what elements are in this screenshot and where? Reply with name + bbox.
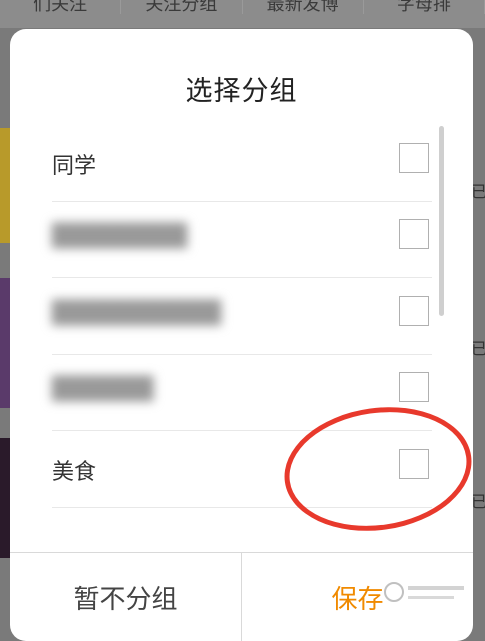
- background-thumbnail: [0, 128, 10, 243]
- background-tab: 字母排: [364, 0, 485, 14]
- select-group-dialog: 选择分组 同学 ████████ ██████████ ██████ 美食 暂不…: [10, 29, 473, 641]
- background-thumbnail: [0, 438, 10, 558]
- list-scrollbar[interactable]: [439, 126, 444, 316]
- dialog-title: 选择分组: [185, 76, 298, 107]
- background-right-mark: 已: [471, 339, 485, 357]
- background-sidebar: [0, 28, 10, 628]
- group-label-blurred: ██████████: [52, 301, 222, 326]
- background-tab-bar: 们关注 关注分组 最新发博 字母排: [0, 0, 485, 28]
- background-tab: 关注分组: [121, 0, 243, 14]
- group-label: 同学: [52, 154, 97, 179]
- group-row[interactable]: 同学: [52, 124, 432, 202]
- watermark-logo: [380, 574, 470, 614]
- group-label: 美食: [52, 460, 97, 485]
- group-label-blurred: ██████: [52, 377, 154, 402]
- group-label-blurred: ████████: [52, 224, 188, 249]
- background-thumbnail: [0, 278, 10, 408]
- background-tab: 最新发博: [243, 0, 364, 14]
- group-checkbox[interactable]: [399, 143, 429, 173]
- group-checkbox[interactable]: [399, 296, 429, 326]
- group-row[interactable]: ██████████: [52, 277, 432, 355]
- group-checkbox[interactable]: [399, 372, 429, 402]
- group-checkbox[interactable]: [399, 219, 429, 249]
- background-tab: 们关注: [0, 0, 122, 14]
- group-row[interactable]: ████████: [52, 200, 432, 278]
- background-right-mark: 已: [471, 492, 485, 510]
- background-right-mark: 已: [471, 182, 485, 200]
